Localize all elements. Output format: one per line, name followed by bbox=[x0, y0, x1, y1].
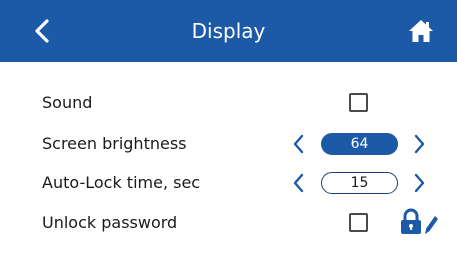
header-bar: Display bbox=[0, 0, 457, 62]
auto-lock-value: 15 bbox=[321, 172, 398, 194]
home-button[interactable] bbox=[407, 18, 435, 44]
unlock-password-label: Unlock password bbox=[42, 213, 178, 232]
brightness-decrease-chevron-left-icon[interactable] bbox=[292, 134, 306, 154]
auto-lock-decrease-chevron-left-icon[interactable] bbox=[292, 173, 306, 193]
home-icon bbox=[409, 20, 433, 42]
page-title: Display bbox=[191, 19, 266, 43]
unlock-password-checkbox[interactable] bbox=[349, 213, 368, 232]
sound-label: Sound bbox=[42, 93, 93, 112]
display-settings-screen: Display Sound Screen brightness 64 Auto-… bbox=[0, 0, 457, 260]
screen-brightness-label: Screen brightness bbox=[42, 134, 187, 153]
brightness-value: 64 bbox=[321, 133, 398, 155]
sound-checkbox[interactable] bbox=[349, 93, 368, 112]
lock-edit-icon bbox=[401, 208, 438, 234]
lock-edit-button[interactable] bbox=[399, 208, 439, 236]
brightness-increase-chevron-right-icon[interactable] bbox=[412, 134, 426, 154]
auto-lock-increase-chevron-right-icon[interactable] bbox=[412, 173, 426, 193]
auto-lock-label: Auto-Lock time, sec bbox=[42, 173, 201, 192]
